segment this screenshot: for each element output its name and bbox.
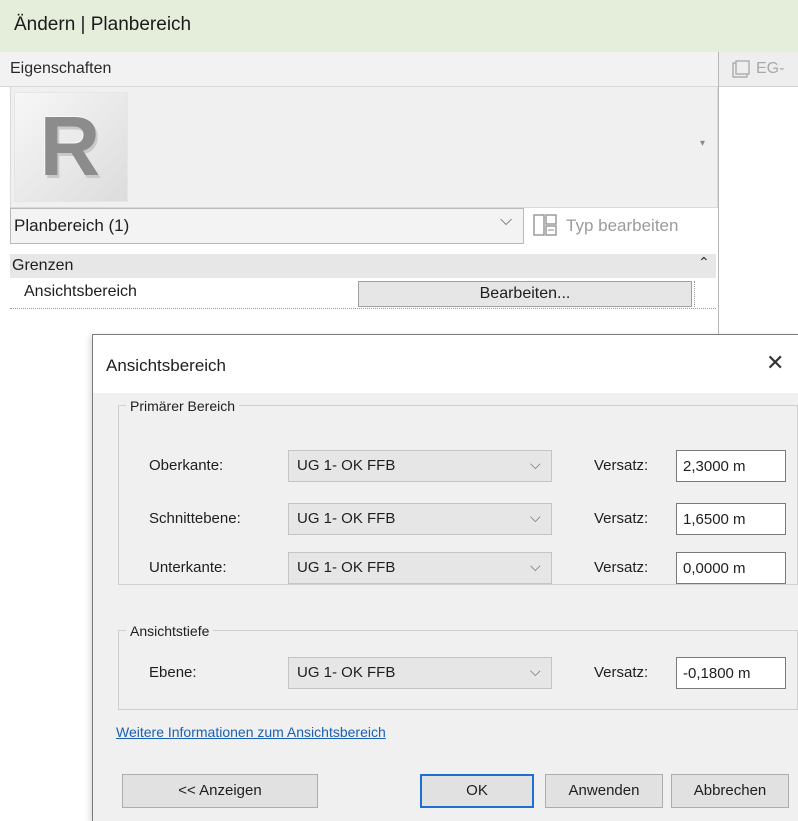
view-tab[interactable]: EG- bbox=[756, 60, 798, 78]
ok-button[interactable]: OK bbox=[420, 774, 534, 808]
top-label: Oberkante: bbox=[149, 457, 224, 474]
group-header-grenzen[interactable] bbox=[10, 254, 716, 278]
cancel-button[interactable]: Abbrechen bbox=[671, 774, 789, 808]
type-preview-caret-icon[interactable]: ▾ bbox=[700, 138, 705, 149]
collapse-icon[interactable]: ⌃ bbox=[698, 254, 710, 271]
param-row-end bbox=[694, 281, 713, 307]
cut-plane-offset-input[interactable] bbox=[676, 503, 786, 535]
view-range-info-link[interactable]: Weitere Informationen zum Ansichtsbereic… bbox=[116, 724, 386, 740]
bottom-level-value: UG 1- OK FFB bbox=[297, 559, 396, 576]
cut-plane-offset-label: Versatz: bbox=[594, 510, 649, 527]
revit-logo-letter: R bbox=[39, 99, 101, 193]
chevron-down-icon[interactable]: ⌵ bbox=[530, 509, 541, 526]
bottom-offset-label: Versatz: bbox=[594, 559, 649, 576]
edit-type-icon[interactable] bbox=[532, 212, 560, 238]
edit-type-button[interactable]: Typ bearbeiten bbox=[566, 216, 678, 236]
view-depth-legend: Ansichtstiefe bbox=[126, 623, 214, 639]
chevron-down-icon[interactable]: ⌵ bbox=[530, 663, 541, 680]
depth-offset-label: Versatz: bbox=[594, 664, 649, 681]
apply-button[interactable]: Anwenden bbox=[545, 774, 663, 808]
depth-level-label: Ebene: bbox=[149, 664, 197, 681]
chevron-down-icon[interactable]: ⌵ bbox=[500, 212, 512, 230]
chevron-down-icon[interactable]: ⌵ bbox=[530, 558, 541, 575]
close-icon[interactable]: ✕ bbox=[766, 350, 784, 376]
chevron-down-icon[interactable]: ⌵ bbox=[530, 456, 541, 473]
group-label: Grenzen bbox=[12, 257, 74, 274]
properties-title: Eigenschaften bbox=[10, 60, 112, 77]
top-offset-label: Versatz: bbox=[594, 457, 649, 474]
depth-level-value: UG 1- OK FFB bbox=[297, 664, 396, 681]
top-offset-input[interactable] bbox=[676, 450, 786, 482]
dialog-title: Ansichtsbereich bbox=[106, 356, 227, 375]
type-selector-value: Planbereich (1) bbox=[14, 216, 130, 235]
cut-plane-label: Schnittebene: bbox=[149, 510, 241, 527]
bottom-offset-input[interactable] bbox=[676, 552, 786, 584]
view-tab-icon bbox=[732, 60, 750, 78]
primary-range-legend: Primärer Bereich bbox=[126, 398, 240, 414]
edit-view-range-button[interactable]: Bearbeiten... bbox=[358, 281, 692, 307]
depth-offset-input[interactable] bbox=[676, 657, 786, 689]
ribbon-title[interactable]: Ändern | Planbereich bbox=[14, 14, 191, 36]
top-level-value: UG 1- OK FFB bbox=[297, 457, 396, 474]
cut-plane-level-value: UG 1- OK FFB bbox=[297, 510, 396, 527]
param-label: Ansichtsbereich bbox=[24, 283, 137, 300]
show-button[interactable]: << Anzeigen bbox=[122, 774, 318, 808]
bottom-label: Unterkante: bbox=[149, 559, 227, 576]
